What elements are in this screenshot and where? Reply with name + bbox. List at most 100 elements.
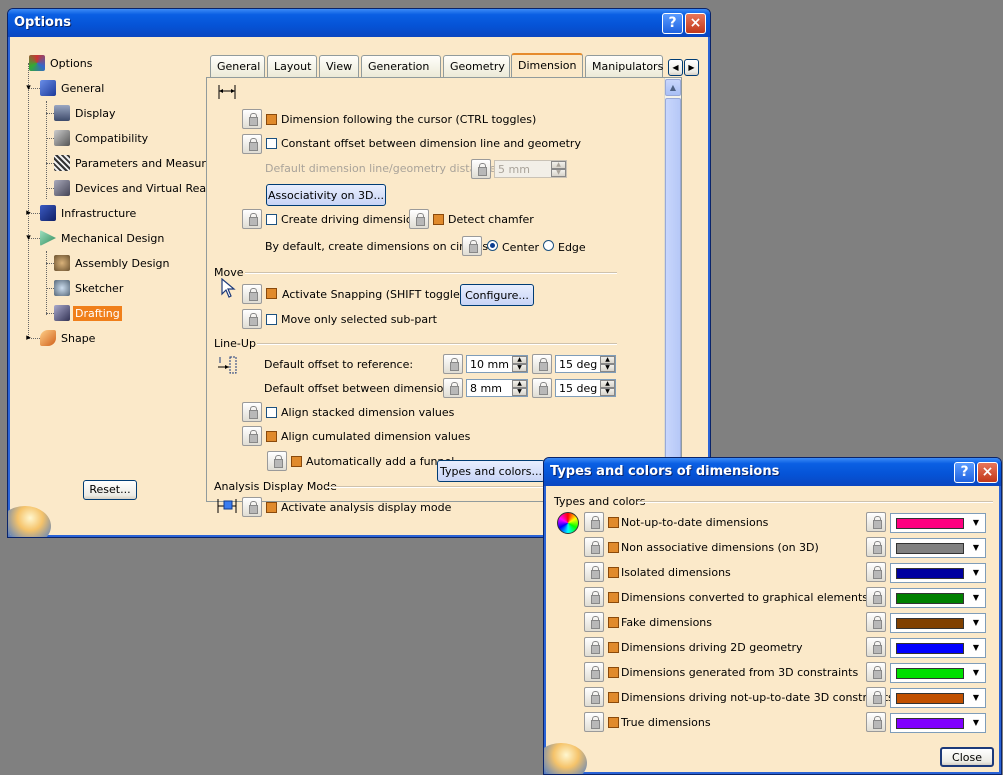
configure-button[interactable]: Configure... <box>460 284 534 306</box>
color-selector[interactable]: ▼ <box>890 563 986 583</box>
tab-layout[interactable]: Layout <box>267 55 317 77</box>
color-selector[interactable]: ▼ <box>890 538 986 558</box>
offset-between-spinner[interactable]: 8 mm ▲ ▼ <box>466 379 528 397</box>
chevron-down-icon[interactable]: ▼ <box>968 665 984 681</box>
lock-icon[interactable] <box>866 687 886 707</box>
lock-icon[interactable] <box>866 587 886 607</box>
associativity-button[interactable]: Associativity on 3D... <box>266 184 386 206</box>
lock-icon[interactable] <box>462 236 482 256</box>
offset-ref-angle-spinner[interactable]: 15 deg ▲ ▼ <box>555 355 616 373</box>
tree-item-drafting[interactable]: Drafting <box>54 304 122 322</box>
tree-item-shape[interactable]: Shape <box>40 329 97 347</box>
tree-item-options[interactable]: Options <box>29 54 94 72</box>
chevron-down-icon[interactable]: ▼ <box>968 715 984 731</box>
color-selector[interactable]: ▼ <box>890 713 986 733</box>
type-checkbox[interactable] <box>608 567 619 578</box>
type-checkbox[interactable] <box>608 717 619 728</box>
chevron-down-icon[interactable]: ▼ <box>968 565 984 581</box>
tree-item-general[interactable]: General <box>40 79 106 97</box>
lock-icon[interactable] <box>471 159 491 179</box>
close-dialog-button[interactable]: Close <box>940 747 994 767</box>
lock-icon[interactable] <box>532 378 552 398</box>
lock-icon[interactable] <box>866 662 886 682</box>
lock-icon[interactable] <box>584 612 604 632</box>
lock-icon[interactable] <box>866 562 886 582</box>
color-selector[interactable]: ▼ <box>890 663 986 683</box>
color-selector[interactable]: ▼ <box>890 638 986 658</box>
help-button[interactable]: ? <box>954 462 975 483</box>
chevron-down-icon[interactable]: ▼ <box>968 515 984 531</box>
lock-icon[interactable] <box>866 512 886 532</box>
type-checkbox[interactable] <box>608 642 619 653</box>
lock-icon[interactable] <box>242 284 262 304</box>
lock-icon[interactable] <box>866 637 886 657</box>
selected-subpart-checkbox[interactable] <box>266 314 277 325</box>
lock-icon[interactable] <box>242 209 262 229</box>
chevron-down-icon[interactable]: ▼ <box>968 690 984 706</box>
tree-item-compatibility[interactable]: Compatibility <box>54 129 150 147</box>
lock-icon[interactable] <box>242 497 262 517</box>
lock-icon[interactable] <box>242 109 262 129</box>
close-button[interactable]: × <box>685 13 706 34</box>
follow-cursor-checkbox[interactable] <box>266 114 277 125</box>
create-driving-checkbox[interactable] <box>266 214 277 225</box>
collapse-icon[interactable]: ▾ <box>24 234 33 243</box>
lock-icon[interactable] <box>584 537 604 557</box>
reset-button[interactable]: Reset... <box>83 480 137 500</box>
type-checkbox[interactable] <box>608 692 619 703</box>
offset-ref-spinner[interactable]: 10 mm ▲ ▼ <box>466 355 528 373</box>
chevron-down-icon[interactable]: ▼ <box>968 590 984 606</box>
lock-icon[interactable] <box>584 512 604 532</box>
tree-item-infrastructure[interactable]: Infrastructure <box>40 204 138 222</box>
lock-icon[interactable] <box>866 612 886 632</box>
lock-icon[interactable] <box>584 712 604 732</box>
tab-scroll-left-icon[interactable]: ◀ <box>668 59 683 76</box>
align-cumulated-checkbox[interactable] <box>266 431 277 442</box>
scroll-up-icon[interactable]: ▲ <box>665 79 681 96</box>
lock-icon[interactable] <box>866 712 886 732</box>
lock-icon[interactable] <box>443 378 463 398</box>
lock-icon[interactable] <box>584 662 604 682</box>
type-checkbox[interactable] <box>608 517 619 528</box>
lock-icon[interactable] <box>584 587 604 607</box>
tree-item-display[interactable]: Display <box>54 104 118 122</box>
lock-icon[interactable] <box>242 426 262 446</box>
analysis-display-checkbox[interactable] <box>266 502 277 513</box>
tree-item-parameters[interactable]: Parameters and Measure <box>54 154 214 172</box>
tab-generation[interactable]: Generation <box>361 55 441 77</box>
tab-general[interactable]: General <box>210 55 265 77</box>
lock-icon[interactable] <box>242 309 262 329</box>
type-checkbox[interactable] <box>608 542 619 553</box>
lock-icon[interactable] <box>242 134 262 154</box>
tab-scroll-right-icon[interactable]: ▶ <box>684 59 699 76</box>
expand-icon[interactable]: ▸ <box>24 209 33 218</box>
vertical-scrollbar[interactable]: ▲ <box>664 78 681 501</box>
lock-icon[interactable] <box>267 451 287 471</box>
tab-dimension[interactable]: Dimension <box>511 53 583 78</box>
type-checkbox[interactable] <box>608 667 619 678</box>
constant-offset-checkbox[interactable] <box>266 138 277 149</box>
lock-icon[interactable] <box>584 687 604 707</box>
lock-icon[interactable] <box>532 354 552 374</box>
help-button[interactable]: ? <box>662 13 683 34</box>
chevron-down-icon[interactable]: ▼ <box>968 640 984 656</box>
types-colors-titlebar[interactable]: Types and colors of dimensions ? × <box>544 458 1001 486</box>
tree-item-assembly-design[interactable]: Assembly Design <box>54 254 172 272</box>
lock-icon[interactable] <box>409 209 429 229</box>
lock-icon[interactable] <box>866 537 886 557</box>
type-checkbox[interactable] <box>608 617 619 628</box>
align-stacked-checkbox[interactable] <box>266 407 277 418</box>
types-and-colors-button[interactable]: Types and colors... <box>437 460 545 482</box>
edge-radio[interactable] <box>543 240 554 251</box>
type-checkbox[interactable] <box>608 592 619 603</box>
chevron-down-icon[interactable]: ▼ <box>968 615 984 631</box>
options-titlebar[interactable]: Options ? × <box>8 9 710 37</box>
lock-icon[interactable] <box>242 402 262 422</box>
offset-between-angle-spinner[interactable]: 15 deg ▲ ▼ <box>555 379 616 397</box>
lock-icon[interactable] <box>443 354 463 374</box>
snapping-checkbox[interactable] <box>266 288 277 299</box>
lock-icon[interactable] <box>584 562 604 582</box>
close-button[interactable]: × <box>977 462 998 483</box>
color-selector[interactable]: ▼ <box>890 688 986 708</box>
color-selector[interactable]: ▼ <box>890 513 986 533</box>
